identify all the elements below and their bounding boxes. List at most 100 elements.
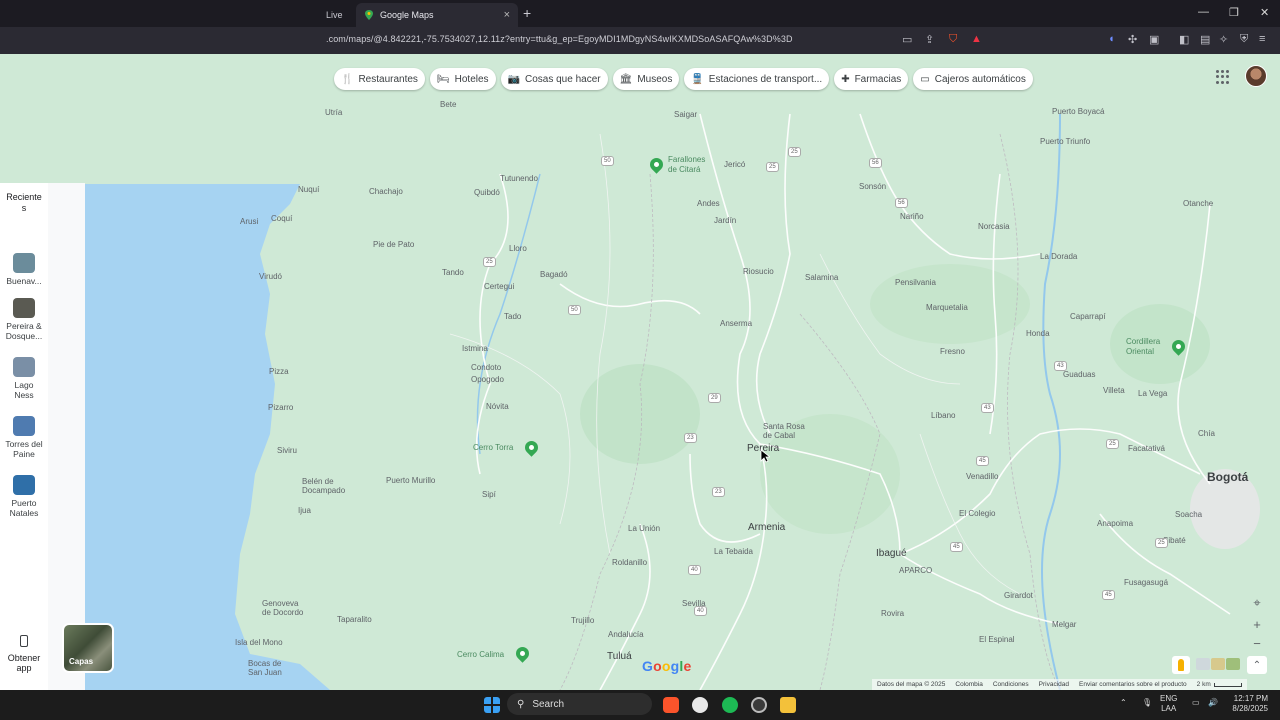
town-label: La Tebaida xyxy=(714,547,753,556)
chip-museos[interactable]: 🏛 Museos xyxy=(612,68,680,90)
clock[interactable]: 12:17 PM 8/28/2025 xyxy=(1226,694,1268,714)
recent-place-puerto-natales[interactable]: Puerto Natales xyxy=(0,475,48,518)
park-label[interactable]: Farallones de Citará xyxy=(668,155,705,175)
tray-overflow-icon[interactable]: ⌃ xyxy=(1120,698,1127,708)
scale-bar[interactable]: 2 km xyxy=(1197,681,1242,688)
obs-icon[interactable] xyxy=(751,697,767,713)
close-window-icon[interactable]: ✕ xyxy=(1260,6,1269,19)
map-layer-thumb[interactable] xyxy=(1196,658,1210,670)
minimize-icon[interactable]: — xyxy=(1198,6,1209,18)
my-location-icon[interactable]: ⌖ xyxy=(1247,593,1267,613)
town-label: La Unión xyxy=(628,524,661,533)
recent-place-pereira[interactable]: Pereira & Dosque... xyxy=(0,298,48,341)
city-label-bogota[interactable]: Bogotá xyxy=(1207,470,1248,484)
terms-link[interactable]: Condiciones xyxy=(993,681,1029,688)
town-label: Anserma xyxy=(720,319,753,328)
chip-estaciones[interactable]: 🚆 Estaciones de transport... xyxy=(684,68,830,90)
spotify-icon[interactable] xyxy=(722,697,738,713)
map-layer-thumb[interactable] xyxy=(1211,658,1225,670)
camera-icon: 📷 xyxy=(507,73,520,85)
place-thumbnail xyxy=(13,253,35,273)
chip-restaurantes[interactable]: 🍴 Restaurantes xyxy=(334,68,425,90)
cast-icon[interactable]: ▭ xyxy=(902,33,912,46)
leo-ai-icon[interactable]: ✧ xyxy=(1219,33,1228,46)
vpn-icon[interactable]: ⛨ xyxy=(1240,33,1248,46)
share-icon[interactable]: ⇪ xyxy=(925,33,934,46)
place-label: Torres del Paine xyxy=(5,439,43,459)
map-layer-thumb[interactable] xyxy=(1226,658,1240,670)
town-label: Soacha xyxy=(1175,510,1203,519)
map-canvas[interactable]: Pereira Armenia Ibagué Bogotá Tuluá Bete… xyxy=(0,54,1280,690)
recents-label[interactable]: Reciente s xyxy=(0,192,48,214)
chip-hoteles[interactable]: 🛏 Hoteles xyxy=(429,68,496,90)
url-field[interactable]: .com/maps/@4.842221,-75.7534027,12.11z?e… xyxy=(326,34,793,44)
road-shield: 45 xyxy=(1102,590,1115,600)
chip-label: Farmacias xyxy=(854,73,902,85)
park-label[interactable]: Cordillera Oriental xyxy=(1126,337,1160,357)
maximize-icon[interactable]: ❐ xyxy=(1229,6,1239,19)
pegman-icon[interactable] xyxy=(1172,656,1190,674)
wallet-icon[interactable]: ▣ xyxy=(1149,33,1159,46)
town-label: Chachajo xyxy=(369,187,403,196)
road-shield: 43 xyxy=(981,403,994,413)
network-icon[interactable]: ▭ xyxy=(1192,698,1200,708)
privacy-link[interactable]: Privacidad xyxy=(1039,681,1069,688)
layers-button[interactable]: Capas xyxy=(62,623,114,673)
town-label: Sipí xyxy=(482,490,496,499)
chip-cosas-que-hacer[interactable]: 📷 Cosas que hacer xyxy=(500,68,608,90)
audio-icon[interactable]: ◖ xyxy=(1108,33,1115,45)
town-label: La Dorada xyxy=(1040,252,1078,261)
town-label: Certegui xyxy=(484,282,515,291)
map-footer: Datos del mapa © 2025 Colombia Condicion… xyxy=(872,679,1247,690)
town-label: Belén de Docampado xyxy=(302,477,346,495)
zoom-out-button[interactable]: − xyxy=(1247,633,1267,653)
account-avatar[interactable] xyxy=(1245,65,1267,87)
recent-place-buenaventura[interactable]: Buenav... xyxy=(0,253,48,286)
feedback-link[interactable]: Enviar comentarios sobre el producto xyxy=(1079,681,1187,688)
chatgpt-icon[interactable] xyxy=(692,697,708,713)
windows-start-icon[interactable] xyxy=(484,697,500,713)
tab-close-icon[interactable]: × xyxy=(504,9,510,21)
tab-google-maps[interactable]: Google Maps × xyxy=(356,3,518,27)
sidebar-panel-edge xyxy=(48,183,85,690)
recent-place-lago-ness[interactable]: Lago Ness xyxy=(0,357,48,400)
town-label: Lloro xyxy=(509,244,527,253)
taskbar-search[interactable]: ⚲ Search xyxy=(507,693,652,715)
city-label-tulua[interactable]: Tuluá xyxy=(607,651,632,662)
file-explorer-icon[interactable] xyxy=(780,697,796,713)
get-app-button[interactable]: Obtener app xyxy=(0,635,48,673)
park-label[interactable]: Cerro Torra xyxy=(473,443,513,452)
brave-rewards-icon[interactable]: ▲ xyxy=(971,33,982,45)
new-tab-button[interactable]: + xyxy=(523,5,531,21)
town-label: Bagadó xyxy=(540,270,568,279)
phone-icon xyxy=(20,635,28,647)
road-shield: 23 xyxy=(684,433,697,443)
tab-manager-icon[interactable]: ▤ xyxy=(1200,33,1210,46)
city-label-ibague[interactable]: Ibagué xyxy=(876,548,907,559)
park-label[interactable]: Cerro Calima xyxy=(457,650,504,659)
chip-farmacias[interactable]: ✚ Farmacias xyxy=(834,68,909,90)
place-thumbnail xyxy=(13,416,35,436)
city-label-armenia[interactable]: Armenia xyxy=(748,522,785,533)
search-icon: ⚲ xyxy=(517,698,525,710)
expand-layers-icon[interactable]: ⌃ xyxy=(1247,656,1267,674)
brave-browser-icon[interactable] xyxy=(663,697,679,713)
language-indicator[interactable]: ENG LAA xyxy=(1160,694,1177,714)
chip-cajeros[interactable]: ▭ Cajeros automáticos xyxy=(913,68,1033,90)
clock-time: 12:17 PM xyxy=(1233,694,1268,703)
menu-icon[interactable]: ≡ xyxy=(1259,33,1265,45)
google-apps-icon[interactable] xyxy=(1216,70,1230,84)
tab-live[interactable]: Live xyxy=(326,3,348,27)
brave-shield-icon[interactable]: ⛉ xyxy=(949,33,957,46)
town-label: Guaduas xyxy=(1063,370,1096,379)
sidebar-toggle-icon[interactable]: ◧ xyxy=(1179,33,1189,46)
zoom-in-button[interactable]: + xyxy=(1247,614,1267,634)
recent-place-torres-del-paine[interactable]: Torres del Paine xyxy=(0,416,48,459)
town-label: Nariño xyxy=(900,212,924,221)
place-thumbnail xyxy=(13,475,35,495)
volume-icon[interactable]: 🔊 xyxy=(1208,698,1218,708)
region-link[interactable]: Colombia xyxy=(955,681,982,688)
extensions-icon[interactable]: ✣ xyxy=(1128,33,1137,46)
town-label: Arusi xyxy=(240,217,259,226)
microphone-icon[interactable]: 🎙 xyxy=(1142,698,1152,708)
